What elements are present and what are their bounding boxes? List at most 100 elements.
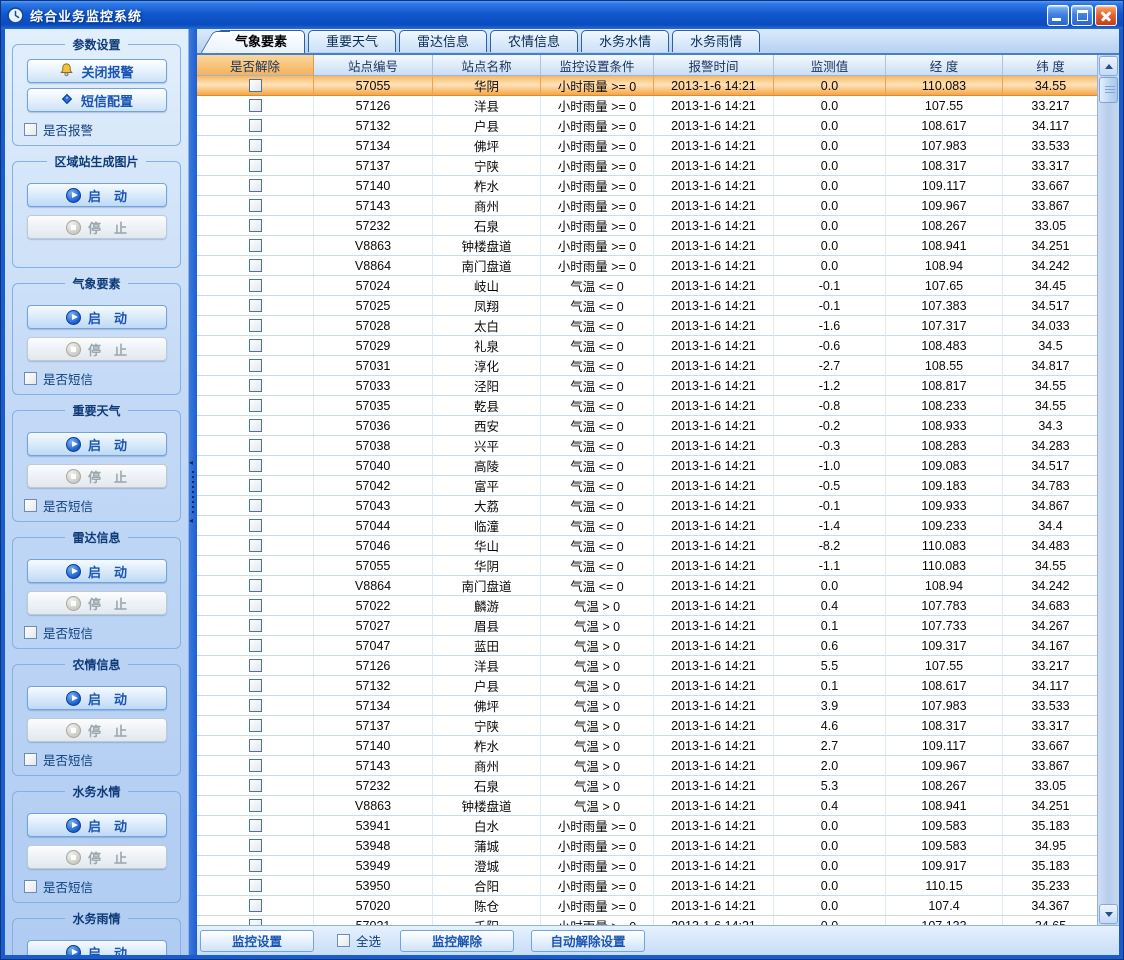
start-button[interactable]: 启 动 [27, 686, 167, 710]
monitor-set-button[interactable]: 监控设置 [200, 930, 314, 952]
table-row[interactable]: 57021千阳小时雨量 >= 02013-1-6 14:210.0107.133… [197, 916, 1097, 925]
column-header[interactable]: 监控设置条件 [541, 55, 654, 76]
sms-enable-checkbox[interactable] [24, 753, 37, 766]
table-row[interactable]: 57143商州小时雨量 >= 02013-1-6 14:210.0109.967… [197, 196, 1097, 216]
splitter-grip[interactable] [192, 471, 194, 513]
table-row[interactable]: 57031淳化气温 <= 02013-1-6 14:21-2.7108.5534… [197, 356, 1097, 376]
release-checkbox[interactable] [249, 759, 262, 772]
table-row[interactable]: 57140柞水小时雨量 >= 02013-1-6 14:210.0109.117… [197, 176, 1097, 196]
release-checkbox[interactable] [249, 199, 262, 212]
table-row[interactable]: 57038兴平气温 <= 02013-1-6 14:21-0.3108.2833… [197, 436, 1097, 456]
table-row[interactable]: 57143商州气温 > 02013-1-6 14:212.0109.96733.… [197, 756, 1097, 776]
scroll-up-button[interactable] [1099, 56, 1118, 76]
alarm-enable-checkbox[interactable] [24, 123, 37, 136]
release-checkbox[interactable] [249, 499, 262, 512]
release-checkbox[interactable] [249, 359, 262, 372]
table-row[interactable]: 57024岐山气温 <= 02013-1-6 14:21-0.1107.6534… [197, 276, 1097, 296]
release-checkbox[interactable] [249, 719, 262, 732]
release-checkbox[interactable] [249, 179, 262, 192]
sms-enable-checkbox[interactable] [24, 880, 37, 893]
monitor-release-button[interactable]: 监控解除 [400, 930, 514, 952]
release-checkbox[interactable] [249, 599, 262, 612]
release-checkbox[interactable] [249, 859, 262, 872]
table-row[interactable]: 57020陈仓小时雨量 >= 02013-1-6 14:210.0107.434… [197, 896, 1097, 916]
release-checkbox[interactable] [249, 459, 262, 472]
tab-2[interactable]: 重要天气 [308, 30, 396, 52]
stop-button[interactable]: 停 止 [27, 845, 167, 869]
table-row[interactable]: 57022麟游气温 > 02013-1-6 14:210.4107.78334.… [197, 596, 1097, 616]
release-checkbox[interactable] [249, 419, 262, 432]
scroll-thumb[interactable] [1099, 77, 1118, 103]
collapse-arrow-icon[interactable]: ◂ [189, 517, 193, 525]
release-checkbox[interactable] [249, 619, 262, 632]
release-checkbox[interactable] [249, 899, 262, 912]
auto-release-button[interactable]: 自动解除设置 [531, 930, 645, 952]
table-row[interactable]: 57137宁陕气温 > 02013-1-6 14:214.6108.31733.… [197, 716, 1097, 736]
release-checkbox[interactable] [249, 79, 262, 92]
sms-config-button[interactable]: 短信配置 [27, 88, 167, 112]
release-checkbox[interactable] [249, 639, 262, 652]
release-checkbox[interactable] [249, 259, 262, 272]
table-row[interactable]: 57043大荔气温 <= 02013-1-6 14:21-0.1109.9333… [197, 496, 1097, 516]
release-checkbox[interactable] [249, 219, 262, 232]
release-checkbox[interactable] [249, 579, 262, 592]
column-header[interactable]: 站点编号 [314, 55, 433, 76]
stop-button[interactable]: 停 止 [27, 591, 167, 615]
column-header[interactable]: 监测值 [774, 55, 886, 76]
column-header[interactable]: 是否解除 [197, 55, 314, 76]
release-checkbox[interactable] [249, 479, 262, 492]
sms-enable-checkbox[interactable] [24, 499, 37, 512]
stop-button[interactable]: 停 止 [27, 718, 167, 742]
column-header[interactable]: 纬 度 [1003, 55, 1099, 76]
release-checkbox[interactable] [249, 119, 262, 132]
table-row[interactable]: 57055华阴小时雨量 >= 02013-1-6 14:210.0110.083… [197, 76, 1097, 96]
table-row[interactable]: 53948蒲城小时雨量 >= 02013-1-6 14:210.0109.583… [197, 836, 1097, 856]
sidebar-splitter[interactable]: ◂ ◂ [189, 29, 197, 955]
release-checkbox[interactable] [249, 659, 262, 672]
scroll-down-button[interactable] [1099, 904, 1118, 924]
table-row[interactable]: 57033泾阳气温 <= 02013-1-6 14:21-1.2108.8173… [197, 376, 1097, 396]
table-row[interactable]: 57132户县小时雨量 >= 02013-1-6 14:210.0108.617… [197, 116, 1097, 136]
tab-3[interactable]: 雷达信息 [399, 30, 487, 52]
start-button[interactable]: 启 动 [27, 940, 167, 955]
release-checkbox[interactable] [249, 679, 262, 692]
start-button[interactable]: 启 动 [27, 432, 167, 456]
stop-button[interactable]: 停 止 [27, 337, 167, 361]
release-checkbox[interactable] [249, 699, 262, 712]
start-button[interactable]: 启 动 [27, 305, 167, 329]
table-row[interactable]: 57044临潼气温 <= 02013-1-6 14:21-1.4109.2333… [197, 516, 1097, 536]
column-header[interactable]: 报警时间 [654, 55, 774, 76]
table-row[interactable]: V8863钟楼盘道气温 > 02013-1-6 14:210.4108.9413… [197, 796, 1097, 816]
stop-button[interactable]: 停 止 [27, 464, 167, 488]
start-button[interactable]: 启 动 [27, 813, 167, 837]
table-row[interactable]: 57046华山气温 <= 02013-1-6 14:21-8.2110.0833… [197, 536, 1097, 556]
table-row[interactable]: 57029礼泉气温 <= 02013-1-6 14:21-0.6108.4833… [197, 336, 1097, 356]
release-checkbox[interactable] [249, 239, 262, 252]
table-row[interactable]: 57140柞水气温 > 02013-1-6 14:212.7109.11733.… [197, 736, 1097, 756]
select-all-checkbox[interactable] [337, 934, 350, 947]
release-checkbox[interactable] [249, 879, 262, 892]
table-row[interactable]: 57028太白气温 <= 02013-1-6 14:21-1.6107.3173… [197, 316, 1097, 336]
release-checkbox[interactable] [249, 519, 262, 532]
table-row[interactable]: 57126洋县小时雨量 >= 02013-1-6 14:210.0107.553… [197, 96, 1097, 116]
column-header[interactable]: 经 度 [886, 55, 1003, 76]
table-row[interactable]: 57055华阴气温 <= 02013-1-6 14:21-1.1110.0833… [197, 556, 1097, 576]
start-button[interactable]: 启 动 [27, 559, 167, 583]
release-checkbox[interactable] [249, 439, 262, 452]
table-row[interactable]: V8864南门盘道小时雨量 >= 02013-1-6 14:210.0108.9… [197, 256, 1097, 276]
table-row[interactable]: 53949澄城小时雨量 >= 02013-1-6 14:210.0109.917… [197, 856, 1097, 876]
release-checkbox[interactable] [249, 319, 262, 332]
release-checkbox[interactable] [249, 339, 262, 352]
release-checkbox[interactable] [249, 819, 262, 832]
release-checkbox[interactable] [249, 559, 262, 572]
table-row[interactable]: 57040高陵气温 <= 02013-1-6 14:21-1.0109.0833… [197, 456, 1097, 476]
release-checkbox[interactable] [249, 399, 262, 412]
close-alarm-button[interactable]: 关闭报警 [27, 59, 167, 83]
table-row[interactable]: 57232石泉小时雨量 >= 02013-1-6 14:210.0108.267… [197, 216, 1097, 236]
release-checkbox[interactable] [249, 739, 262, 752]
start-button[interactable]: 启 动 [27, 183, 167, 207]
collapse-arrow-icon[interactable]: ◂ [189, 459, 193, 467]
table-row[interactable]: 57134佛坪气温 > 02013-1-6 14:213.9107.98333.… [197, 696, 1097, 716]
table-row[interactable]: 57137宁陕小时雨量 >= 02013-1-6 14:210.0108.317… [197, 156, 1097, 176]
table-row[interactable]: 57134佛坪小时雨量 >= 02013-1-6 14:210.0107.983… [197, 136, 1097, 156]
